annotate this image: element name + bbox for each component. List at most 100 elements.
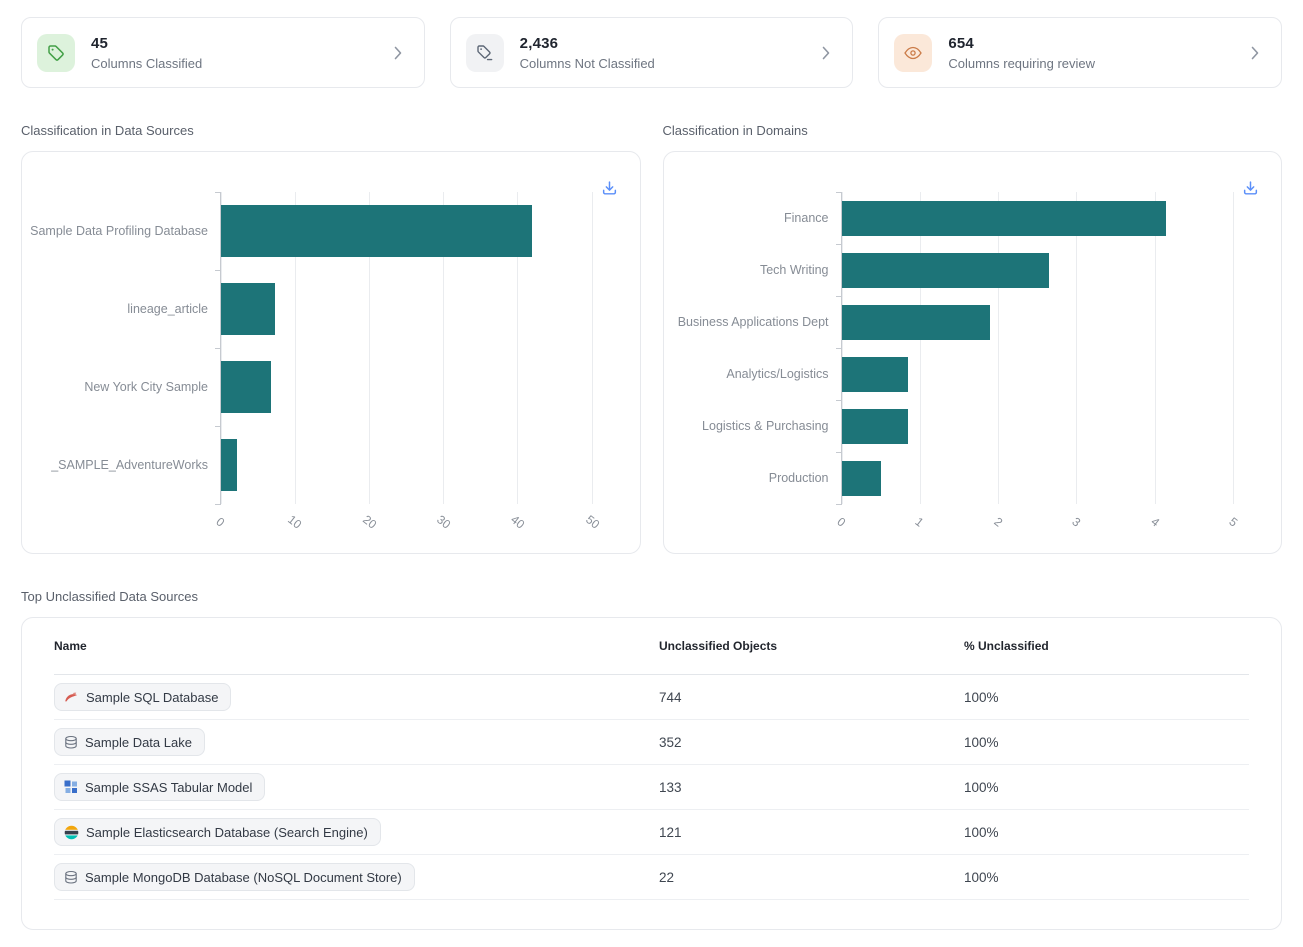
y-axis-tick: [836, 296, 842, 297]
category-label: Sample Data Profiling Database: [22, 192, 208, 270]
x-axis-tick-label: 4: [1148, 514, 1162, 529]
y-axis-tick: [836, 504, 842, 505]
chart-card-data-sources: Sample Data Profiling Databaselineage_ar…: [21, 151, 641, 554]
stat-card-columns-requiring-review[interactable]: 654 Columns requiring review: [878, 17, 1282, 88]
category-labels: Sample Data Profiling Databaselineage_ar…: [22, 192, 208, 504]
name-cell: Sample Elasticsearch Database (Search En…: [54, 810, 659, 855]
stat-card-columns-classified[interactable]: 45 Columns Classified: [21, 17, 425, 88]
chevron-right-icon: [1251, 46, 1259, 60]
gridline: [842, 192, 843, 504]
y-axis-tick: [215, 426, 221, 427]
tag-off-icon: [466, 34, 504, 72]
bar-lineage-article[interactable]: [221, 283, 275, 335]
bar-production[interactable]: [842, 461, 881, 496]
name-cell: Sample SSAS Tabular Model: [54, 765, 659, 810]
plot-area: [220, 192, 592, 504]
category-label: lineage_article: [22, 270, 208, 348]
category-label: Business Applications Dept: [664, 296, 829, 348]
x-axis-tick-label: 2: [991, 514, 1005, 529]
category-label: Production: [664, 452, 829, 504]
bar-tech-writing[interactable]: [842, 253, 1049, 288]
data-source-name: Sample SQL Database: [86, 690, 218, 705]
x-axis-tick-label: 0: [834, 514, 848, 529]
tag-icon: [37, 34, 75, 72]
database-icon: [64, 735, 78, 750]
name-cell: Sample MongoDB Database (NoSQL Document …: [54, 855, 659, 900]
eye-icon: [894, 34, 932, 72]
gridline: [920, 192, 921, 504]
data-source-name: Sample Data Lake: [85, 735, 192, 750]
bar-new-york-city-sample[interactable]: [221, 361, 271, 413]
category-label: Analytics/Logistics: [664, 348, 829, 400]
data-source-chip[interactable]: Sample SQL Database: [54, 683, 231, 711]
pct-unclassified-cell: 100%: [964, 765, 1249, 810]
x-axis-tick-label: 5: [1226, 514, 1240, 529]
y-axis-tick: [215, 348, 221, 349]
unclassified-objects-cell: 121: [659, 810, 964, 855]
x-axis-tick-label: 1: [912, 514, 926, 529]
download-icon[interactable]: [599, 178, 620, 199]
column-header-unclassified-objects: Unclassified Objects: [659, 618, 964, 675]
data-source-chip[interactable]: Sample SSAS Tabular Model: [54, 773, 265, 801]
data-source-name: Sample MongoDB Database (NoSQL Document …: [85, 870, 402, 885]
database-icon: [64, 870, 78, 885]
gridline: [998, 192, 999, 504]
pct-unclassified-cell: 100%: [964, 675, 1249, 720]
category-labels: FinanceTech WritingBusiness Applications…: [664, 192, 829, 504]
pct-unclassified-cell: 100%: [964, 810, 1249, 855]
table-title: Top Unclassified Data Sources: [21, 589, 1282, 604]
unclassified-sources-table: Name Unclassified Objects % Unclassified…: [54, 618, 1249, 900]
ssas-tabular-icon: [64, 780, 78, 794]
bar-logistics-purchasing[interactable]: [842, 409, 909, 444]
category-label: _SAMPLE_AdventureWorks: [22, 426, 208, 504]
table-row: Sample SQL Database744100%: [54, 675, 1249, 720]
gridline: [1076, 192, 1077, 504]
category-label: Tech Writing: [664, 244, 829, 296]
dashboard-page: 45 Columns Classified 2,436 Columns Not …: [0, 0, 1303, 947]
bar-finance[interactable]: [842, 201, 1167, 236]
data-source-chip[interactable]: Sample MongoDB Database (NoSQL Document …: [54, 863, 415, 891]
stat-label: Columns Classified: [91, 56, 202, 71]
stat-text: 2,436 Columns Not Classified: [520, 35, 655, 71]
bar-analytics-logistics[interactable]: [842, 357, 909, 392]
sql-database-icon: [64, 690, 79, 705]
elasticsearch-icon: [64, 825, 79, 840]
category-label: Finance: [664, 192, 829, 244]
pct-unclassified-cell: 100%: [964, 720, 1249, 765]
unclassified-objects-cell: 352: [659, 720, 964, 765]
x-axis-tick-label: 20: [360, 512, 379, 531]
stat-label: Columns requiring review: [948, 56, 1095, 71]
x-axis-tick-label: 40: [508, 512, 527, 531]
name-cell: Sample SQL Database: [54, 675, 659, 720]
name-cell: Sample Data Lake: [54, 720, 659, 765]
y-axis-tick: [836, 244, 842, 245]
y-axis-tick: [836, 452, 842, 453]
stat-card-columns-not-classified[interactable]: 2,436 Columns Not Classified: [450, 17, 854, 88]
chevron-right-icon: [822, 46, 830, 60]
download-icon[interactable]: [1240, 178, 1261, 199]
plot-area: [841, 192, 1234, 504]
gridline: [592, 192, 593, 504]
chart-block-data-sources: Classification in Data Sources Sample Da…: [21, 123, 641, 554]
stat-value: 2,436: [520, 35, 655, 52]
y-axis-tick: [836, 192, 842, 193]
x-axis-tick-label: 0: [213, 514, 227, 529]
x-axis-labels: 01020304050: [220, 506, 592, 546]
x-axis-tick-label: 10: [285, 512, 304, 531]
stat-label: Columns Not Classified: [520, 56, 655, 71]
x-axis-tick-label: 30: [434, 512, 453, 531]
bar-sample-data-profiling-database[interactable]: [221, 205, 532, 257]
bar--sample-adventureworks[interactable]: [221, 439, 237, 491]
stat-value: 654: [948, 35, 1095, 52]
y-axis-tick: [836, 400, 842, 401]
data-source-chip[interactable]: Sample Elasticsearch Database (Search En…: [54, 818, 381, 846]
y-axis-tick: [215, 504, 221, 505]
chart-card-domains: FinanceTech WritingBusiness Applications…: [663, 151, 1283, 554]
table-section: Top Unclassified Data Sources Name Uncla…: [21, 589, 1282, 930]
bar-business-applications-dept[interactable]: [842, 305, 991, 340]
y-axis-tick: [836, 348, 842, 349]
gridline: [1155, 192, 1156, 504]
data-source-chip[interactable]: Sample Data Lake: [54, 728, 205, 756]
data-source-name: Sample Elasticsearch Database (Search En…: [86, 825, 368, 840]
x-axis-tick-label: 3: [1069, 514, 1083, 529]
